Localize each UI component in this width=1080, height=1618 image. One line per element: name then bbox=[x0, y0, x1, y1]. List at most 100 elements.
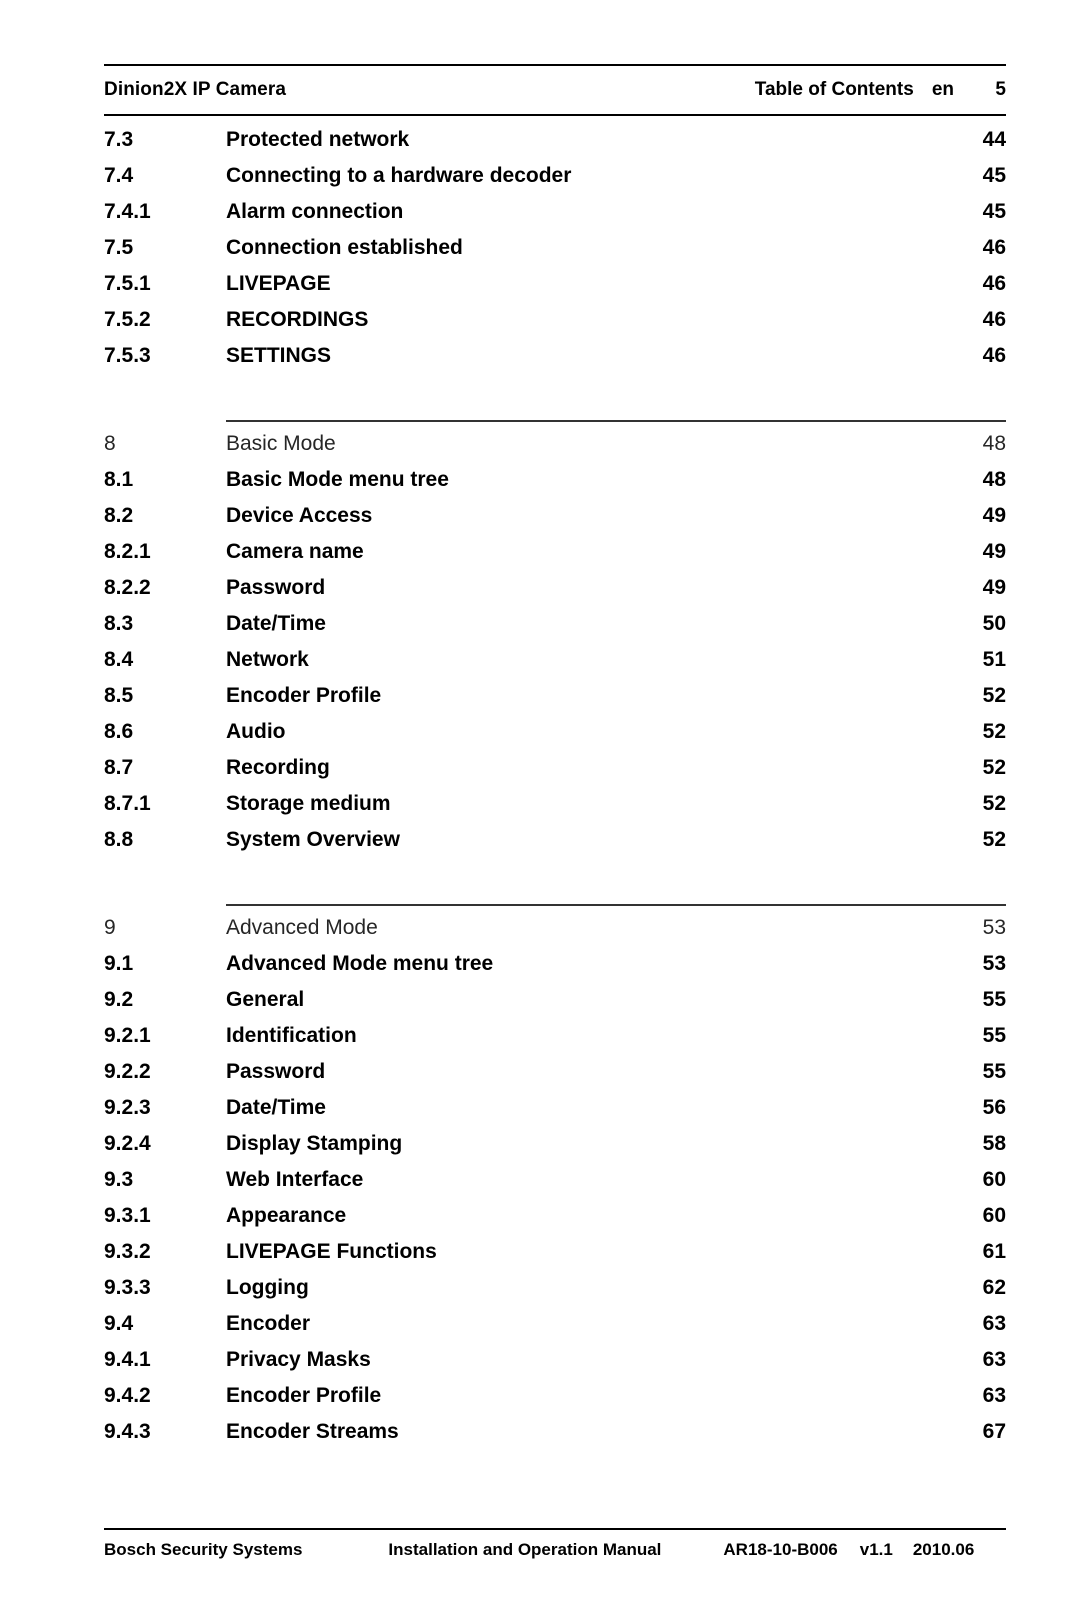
toc-entry-number: 7.3 bbox=[104, 128, 134, 151]
toc-entry[interactable]: 8.2.2 Password 49 bbox=[104, 576, 1006, 612]
toc-entry-title: Web Interface bbox=[226, 1168, 364, 1191]
toc-entry-number: 9.3 bbox=[104, 1168, 134, 1191]
toc-entry-number: 8 bbox=[104, 432, 116, 455]
toc-entry[interactable]: 9.1 Advanced Mode menu tree 53 bbox=[104, 952, 1006, 988]
toc-entry[interactable]: 9.3.3 Logging 62 bbox=[104, 1276, 1006, 1312]
page-footer: Bosch Security Systems Installation and … bbox=[104, 1528, 1006, 1560]
toc-entry-title: Logging bbox=[226, 1276, 309, 1299]
header-section-title: Table of Contents bbox=[754, 79, 914, 100]
header-document-title: Dinion2X IP Camera bbox=[104, 79, 287, 100]
toc-entry-number: 9.2.2 bbox=[104, 1060, 151, 1083]
toc-entry-page-number: 49 bbox=[982, 504, 1006, 527]
toc-entry[interactable]: 9.2.1 Identification 55 bbox=[104, 1024, 1006, 1060]
toc-entry-number: 9.3.2 bbox=[104, 1240, 151, 1263]
toc-entry-title: Alarm connection bbox=[226, 200, 404, 223]
toc-entry[interactable]: 9.2.4 Display Stamping 58 bbox=[104, 1132, 1006, 1168]
toc-entry-title: Basic Mode menu tree bbox=[226, 468, 449, 491]
header-language-code: en bbox=[931, 79, 954, 100]
toc-entry-page-number: 53 bbox=[982, 916, 1006, 939]
toc-entry-title: Device Access bbox=[226, 504, 373, 527]
toc-entry[interactable]: 8.7.1 Storage medium 52 bbox=[104, 792, 1006, 828]
toc-entry-number: 9.2.1 bbox=[104, 1024, 151, 1047]
toc-entry-title: Advanced Mode bbox=[226, 916, 378, 939]
toc-entry[interactable]: 9.2 General 55 bbox=[104, 988, 1006, 1024]
toc-entry-page-number: 58 bbox=[982, 1132, 1006, 1155]
toc-entry-page-number: 46 bbox=[982, 236, 1006, 259]
toc-entry[interactable]: 8 Basic Mode 48 bbox=[104, 432, 1006, 468]
toc-entry[interactable]: 9.4.2 Encoder Profile 63 bbox=[104, 1384, 1006, 1420]
toc-entry-page-number: 45 bbox=[982, 200, 1006, 223]
header-right-group: Table of Contents en 5 bbox=[755, 79, 1006, 101]
toc-entry-title: Password bbox=[226, 1060, 326, 1083]
toc-entry-page-number: 53 bbox=[982, 952, 1006, 975]
toc-entry-title: Display Stamping bbox=[226, 1132, 403, 1155]
toc-entry-title: Storage medium bbox=[226, 792, 391, 815]
toc-entry-page-number: 44 bbox=[982, 128, 1006, 151]
toc-entry-page-number: 48 bbox=[982, 432, 1006, 455]
toc-entry-number: 7.5.1 bbox=[104, 272, 151, 295]
toc-entry[interactable]: 9.4 Encoder 63 bbox=[104, 1312, 1006, 1348]
toc-entry[interactable]: 9.4.1 Privacy Masks 63 bbox=[104, 1348, 1006, 1384]
toc-entry-number: 8.7.1 bbox=[104, 792, 151, 815]
toc-entry[interactable]: 9.2.3 Date/Time 56 bbox=[104, 1096, 1006, 1132]
toc-entry[interactable]: 8.5 Encoder Profile 52 bbox=[104, 684, 1006, 720]
toc-entry-number: 9.2 bbox=[104, 988, 134, 1011]
toc-entry-number: 9.2.4 bbox=[104, 1132, 151, 1155]
toc-entry[interactable]: 7.4 Connecting to a hardware decoder 45 bbox=[104, 164, 1006, 200]
toc-entry-title: General bbox=[226, 988, 305, 1011]
toc-entry-page-number: 61 bbox=[982, 1240, 1006, 1263]
toc-entry[interactable]: 9.2.2 Password 55 bbox=[104, 1060, 1006, 1096]
toc-entry-page-number: 60 bbox=[982, 1168, 1006, 1191]
toc-entry-title: Network bbox=[226, 648, 309, 671]
toc-entry-title: Encoder Profile bbox=[226, 1384, 382, 1407]
toc-entry-page-number: 52 bbox=[982, 756, 1006, 779]
toc-entry-title: Privacy Masks bbox=[226, 1348, 371, 1371]
toc-entry[interactable]: 8.6 Audio 52 bbox=[104, 720, 1006, 756]
toc-entry-title: Encoder bbox=[226, 1312, 311, 1335]
toc-entry-title: Audio bbox=[226, 720, 286, 743]
toc-entry-title: Identification bbox=[226, 1024, 357, 1047]
toc-entry[interactable]: 9.3.2 LIVEPAGE Functions 61 bbox=[104, 1240, 1006, 1276]
toc-entry[interactable]: 7.4.1 Alarm connection 45 bbox=[104, 200, 1006, 236]
toc-entry[interactable]: 8.8 System Overview 52 bbox=[104, 828, 1006, 864]
toc-entry[interactable]: 8.2 Device Access 49 bbox=[104, 504, 1006, 540]
toc-entry-number: 7.5 bbox=[104, 236, 134, 259]
toc-entry-page-number: 52 bbox=[982, 828, 1006, 851]
toc-entry[interactable]: 7.5 Connection established 46 bbox=[104, 236, 1006, 272]
toc-entry[interactable]: 8.2.1 Camera name 49 bbox=[104, 540, 1006, 576]
toc-entry[interactable]: 8.1 Basic Mode menu tree 48 bbox=[104, 468, 1006, 504]
toc-entry[interactable]: 8.4 Network 51 bbox=[104, 648, 1006, 684]
toc-entry[interactable]: 9.3.1 Appearance 60 bbox=[104, 1204, 1006, 1240]
toc-entry-number: 8.1 bbox=[104, 468, 134, 491]
toc-entry-title: Basic Mode bbox=[226, 432, 336, 455]
toc-entry-title: Camera name bbox=[226, 540, 364, 563]
toc-entry[interactable]: 8.3 Date/Time 50 bbox=[104, 612, 1006, 648]
toc-entry[interactable]: 9.3 Web Interface 60 bbox=[104, 1168, 1006, 1204]
toc-entry-number: 9.2.3 bbox=[104, 1096, 151, 1119]
toc-entry[interactable]: 9 Advanced Mode 53 bbox=[104, 916, 1006, 952]
footer-version: v1.1 bbox=[859, 1540, 893, 1559]
toc-entry-number: 8.2.1 bbox=[104, 540, 151, 563]
toc-entry-page-number: 67 bbox=[982, 1420, 1006, 1443]
toc-entry[interactable]: 9.4.3 Encoder Streams 67 bbox=[104, 1420, 1006, 1456]
toc-entry-number: 8.2.2 bbox=[104, 576, 151, 599]
toc-entry-page-number: 46 bbox=[982, 272, 1006, 295]
toc-entry-page-number: 63 bbox=[982, 1384, 1006, 1407]
toc-entry-page-number: 51 bbox=[982, 648, 1006, 671]
toc-entry-number: 9.1 bbox=[104, 952, 134, 975]
toc-entry[interactable]: 7.5.3 SETTINGS 46 bbox=[104, 344, 1006, 380]
toc-entry[interactable]: 8.7 Recording 52 bbox=[104, 756, 1006, 792]
toc-entry[interactable]: 7.3 Protected network 44 bbox=[104, 128, 1006, 164]
toc-entry-title: Protected network bbox=[226, 128, 410, 151]
toc-entry[interactable]: 7.5.2 RECORDINGS 46 bbox=[104, 308, 1006, 344]
toc-entry-title: RECORDINGS bbox=[226, 308, 369, 331]
toc-entry-title: Encoder Profile bbox=[226, 684, 382, 707]
toc-block: 7.3 Protected network 44 7.4 Connecting to a… bbox=[104, 128, 1006, 380]
toc-entry-page-number: 55 bbox=[982, 988, 1006, 1011]
toc-entry[interactable]: 7.5.1 LIVEPAGE 46 bbox=[104, 272, 1006, 308]
toc-entry-number: 9.3.1 bbox=[104, 1204, 151, 1227]
toc-entry-page-number: 46 bbox=[982, 344, 1006, 367]
toc-entry-page-number: 50 bbox=[982, 612, 1006, 635]
toc-entry-title: SETTINGS bbox=[226, 344, 332, 367]
footer-document-title: Installation and Operation Manual bbox=[388, 1540, 662, 1559]
